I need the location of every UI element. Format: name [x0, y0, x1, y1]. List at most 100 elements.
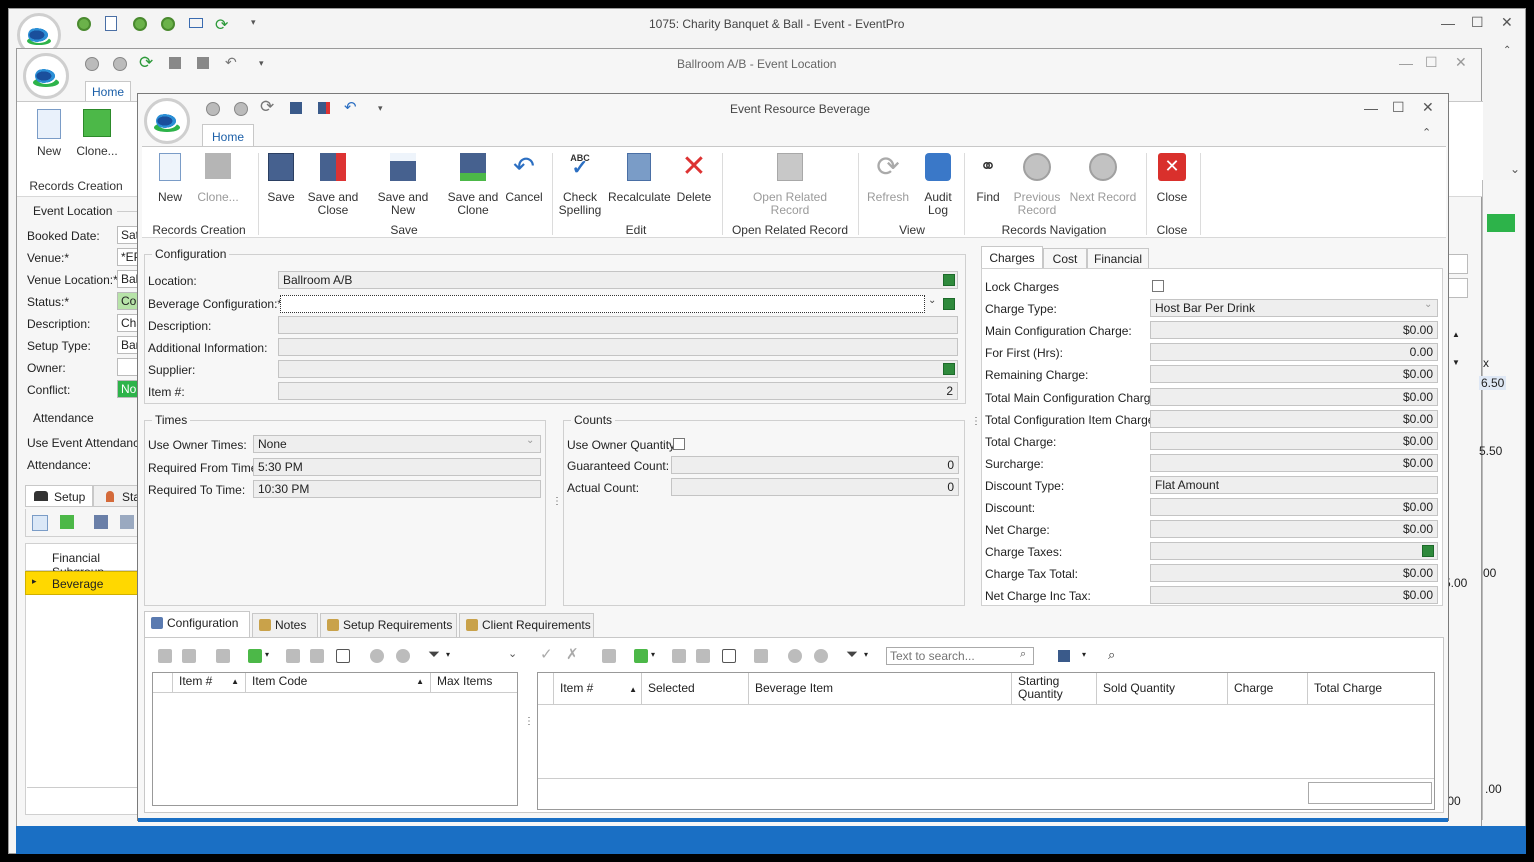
maximize-icon[interactable]: ☐ [1425, 54, 1438, 71]
tab-configuration[interactable]: Configuration [144, 611, 250, 637]
splitter-handle[interactable]: ⋮ [971, 417, 981, 427]
location-field[interactable]: Ballroom A/B [278, 271, 958, 289]
grid-delete-icon[interactable] [216, 649, 230, 663]
cancel-button[interactable]: ↶ Cancel [504, 151, 544, 205]
use-owner-times-select[interactable]: None [253, 435, 541, 453]
column-sold-quantity[interactable]: Sold Quantity [1097, 673, 1228, 704]
charge-value-field[interactable]: 0.00 [1150, 343, 1438, 362]
tab-notes[interactable]: Notes [252, 613, 318, 637]
tab-client-requirements[interactable]: Client Requirements [459, 613, 594, 637]
tab-home[interactable]: Home [202, 124, 254, 148]
tab-financial[interactable]: Financial [1087, 248, 1149, 268]
required-to-time-field[interactable]: 10:30 PM [253, 480, 541, 498]
grid-icon[interactable] [120, 515, 134, 529]
save-close-icon[interactable] [318, 102, 330, 114]
charge-value-field[interactable]: $0.00 [1150, 321, 1438, 340]
charge-value-field[interactable]: $0.00 [1150, 409, 1438, 428]
refresh-button[interactable]: ⟳ Refresh [864, 151, 912, 205]
charge-value-field[interactable]: $0.00 [1150, 564, 1438, 583]
charge-value-field[interactable]: $0.00 [1150, 387, 1438, 406]
tab-home[interactable]: Home [85, 81, 131, 101]
up-arrow-icon[interactable] [85, 57, 99, 71]
save-button[interactable]: Save [264, 151, 298, 205]
save-and-clone-button[interactable]: Save and Clone [446, 151, 500, 217]
charge-value-field[interactable]: $0.00 [1150, 453, 1438, 472]
tab-setup[interactable]: Setup [25, 485, 93, 507]
column-starting-quantity[interactable]: Starting Quantity [1012, 673, 1097, 704]
chevron-down-icon[interactable]: ⌄ [928, 295, 936, 306]
filter-icon[interactable]: ⏷ [428, 646, 440, 663]
use-owner-quantity-checkbox[interactable] [673, 438, 685, 450]
clone-row-icon[interactable] [60, 515, 74, 529]
refresh-icon[interactable]: ⟳ [139, 53, 153, 73]
save-and-new-button[interactable]: Save and New [366, 151, 440, 217]
find-button[interactable]: ⚭ Find [970, 151, 1006, 205]
check-spelling-button[interactable]: ABC ✓ Check Spelling [558, 151, 602, 217]
grid-new-icon[interactable] [158, 649, 172, 663]
charge-value-field[interactable]: Host Bar Per Drink [1150, 299, 1438, 318]
supplier-lookup-icon[interactable] [943, 363, 955, 375]
column-item-code[interactable]: Item Code ▲ [246, 673, 431, 692]
ribbon-collapse-icon[interactable]: ⌃ [1503, 45, 1511, 56]
tab-cost[interactable]: Cost [1043, 248, 1087, 268]
grid-move-icon[interactable] [286, 649, 300, 663]
undo-icon[interactable]: ↶ [344, 98, 357, 116]
move-up-icon[interactable] [370, 649, 384, 663]
maximize-icon[interactable]: ☐ [1471, 14, 1484, 31]
column-charge[interactable]: Charge [1228, 673, 1308, 704]
chevron-down-icon[interactable]: ⌄ [1424, 299, 1432, 310]
save-layout-dropdown-icon[interactable]: ▾ [1082, 650, 1086, 659]
save-and-close-button[interactable]: Save and Close [306, 151, 360, 217]
tab-charges[interactable]: Charges [981, 246, 1043, 268]
audit-log-button[interactable]: Audit Log [918, 151, 958, 217]
delete-button[interactable]: ✕ Delete [674, 151, 714, 205]
quick-access-icon[interactable] [133, 17, 147, 31]
column-beverage-item[interactable]: Beverage Item [749, 673, 1012, 704]
filter-dropdown-icon[interactable]: ▾ [446, 650, 450, 659]
down-arrow-icon[interactable] [234, 102, 248, 116]
actual-count-field[interactable]: 0 [671, 478, 959, 496]
charge-value-field[interactable] [1150, 542, 1438, 561]
move-up-icon[interactable] [788, 649, 802, 663]
column-total-charge[interactable]: Total Charge [1308, 673, 1434, 704]
charge-value-field[interactable]: $0.00 [1150, 586, 1438, 605]
collapse-chevron-icon[interactable]: ⌄ [508, 647, 517, 660]
ribbon-collapse-icon[interactable]: ⌃ [1422, 126, 1431, 139]
supplier-field[interactable] [278, 360, 958, 378]
charge-value-field[interactable]: Flat Amount [1150, 475, 1438, 494]
additional-information-field[interactable] [278, 338, 958, 356]
charge-value-field[interactable]: $0.00 [1150, 520, 1438, 539]
beverage-row[interactable]: ▸ Beverage [25, 571, 139, 595]
description-field[interactable] [278, 316, 958, 334]
save-icon[interactable] [290, 102, 302, 114]
grid-view-icon[interactable] [722, 649, 736, 663]
tab-setup-requirements[interactable]: Setup Requirements [320, 613, 457, 637]
chevron-down-icon[interactable]: ⌄ [526, 435, 534, 446]
close-icon[interactable]: ✕ [1422, 99, 1434, 116]
item-number-field[interactable]: 2 [278, 382, 958, 400]
required-from-time-field[interactable]: 5:30 PM [253, 458, 541, 476]
copy-dropdown-icon[interactable]: ▾ [651, 650, 655, 659]
beverage-configuration-lookup-icon[interactable] [943, 298, 955, 310]
qat-dropdown-icon[interactable]: ▾ [251, 17, 256, 28]
move-down-icon[interactable] [814, 649, 828, 663]
new-button[interactable]: New [31, 107, 67, 158]
spin-up-icon[interactable]: ▲ [1452, 330, 1460, 339]
right-chevron-icon[interactable]: ⌄ [1510, 162, 1520, 176]
grid-view-icon[interactable] [336, 649, 350, 663]
column-selected[interactable]: Selected [642, 673, 749, 704]
close-icon[interactable]: ✕ [1455, 54, 1467, 71]
clone-button[interactable]: Clone... [73, 107, 121, 158]
tab-staff[interactable]: Sta [93, 485, 141, 507]
grid-paste-icon[interactable] [310, 649, 324, 663]
minimize-icon[interactable]: — [1399, 55, 1413, 71]
maximize-icon[interactable]: ☐ [1392, 99, 1405, 116]
find-in-grid-icon[interactable]: ⌕ [1108, 647, 1115, 663]
reject-icon[interactable]: ✗ [566, 645, 579, 663]
email-icon[interactable] [189, 18, 203, 28]
undo-icon[interactable]: ↶ [225, 54, 237, 71]
spin-down-icon[interactable]: ▼ [1452, 358, 1460, 367]
charge-taxes-lookup-icon[interactable] [1422, 545, 1434, 558]
previous-record-button[interactable]: Previous Record [1010, 151, 1064, 217]
location-lookup-icon[interactable] [943, 274, 955, 286]
